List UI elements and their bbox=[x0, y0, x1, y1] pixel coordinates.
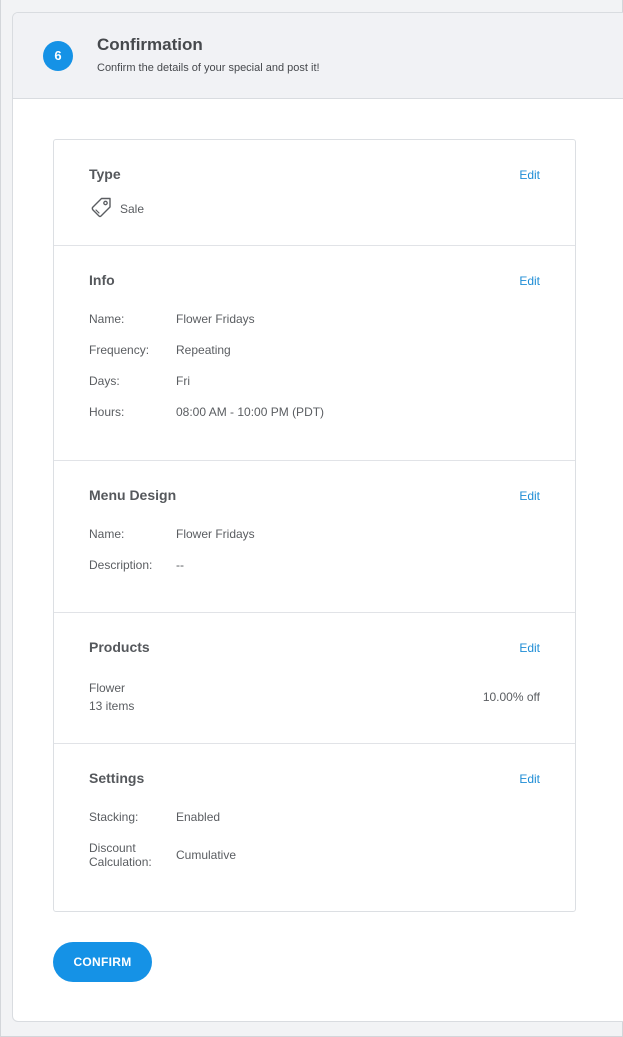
info-label: Days: bbox=[89, 374, 120, 388]
info-label: Hours: bbox=[89, 405, 125, 419]
step-number-badge: 6 bbox=[43, 41, 73, 71]
step-title: Confirmation bbox=[97, 35, 203, 54]
menu-design-value: -- bbox=[176, 558, 184, 572]
confirmation-card: 6 Confirmation Confirm the details of yo… bbox=[12, 12, 623, 1022]
settings-section-title: Settings bbox=[89, 770, 145, 786]
menu-design-label: Name: bbox=[89, 527, 125, 541]
menu-design-section: Menu Design Edit Name: Flower Fridays De… bbox=[54, 461, 575, 613]
product-category: Flower bbox=[89, 681, 126, 695]
type-section-title: Type bbox=[89, 166, 121, 182]
menu-design-section-title: Menu Design bbox=[89, 487, 177, 503]
edit-products-link[interactable]: Edit bbox=[519, 641, 540, 655]
info-label: Name: bbox=[89, 312, 125, 326]
edit-settings-link[interactable]: Edit bbox=[519, 772, 540, 786]
step-subtitle: Confirm the details of your special and … bbox=[97, 62, 320, 74]
products-section-title: Products bbox=[89, 639, 150, 655]
special-summary: Type Edit Sale Info Edit Name: Flower Fr… bbox=[53, 139, 576, 912]
info-value: 08:00 AM - 10:00 PM (PDT) bbox=[176, 405, 325, 419]
edit-menu-design-link[interactable]: Edit bbox=[519, 489, 540, 503]
settings-section: Settings Edit Stacking: Enabled Discount… bbox=[54, 744, 575, 912]
product-item-count: 13 items bbox=[89, 699, 135, 713]
settings-value: Enabled bbox=[176, 810, 221, 824]
step-header: 6 Confirmation Confirm the details of yo… bbox=[13, 13, 623, 99]
settings-value: Cumulative bbox=[176, 848, 237, 862]
settings-label: Discount Calculation: bbox=[89, 841, 152, 869]
info-value: Fri bbox=[176, 374, 190, 388]
special-type-value: Sale bbox=[120, 202, 145, 216]
type-section: Type Edit Sale bbox=[54, 140, 575, 246]
product-discount: 10.00% off bbox=[482, 690, 540, 704]
menu-design-value: Flower Fridays bbox=[176, 527, 255, 541]
confirm-button[interactable]: CONFIRM bbox=[53, 942, 152, 982]
menu-design-label: Description: bbox=[89, 558, 153, 572]
settings-label: Stacking: bbox=[89, 810, 139, 824]
info-value: Flower Fridays bbox=[176, 312, 255, 326]
info-section: Info Edit Name: Flower Fridays Frequency… bbox=[54, 246, 575, 461]
products-section: Products Edit Flower 13 items 10.00% off bbox=[54, 613, 575, 744]
settings-row-discount-calculation: Discount Calculation: Cumulative bbox=[89, 841, 549, 871]
price-tag-icon bbox=[91, 197, 111, 218]
info-section-title: Info bbox=[89, 272, 115, 288]
edit-type-link[interactable]: Edit bbox=[519, 168, 540, 182]
edit-info-link[interactable]: Edit bbox=[519, 274, 540, 288]
info-label: Frequency: bbox=[89, 343, 150, 357]
info-value: Repeating bbox=[176, 343, 231, 357]
